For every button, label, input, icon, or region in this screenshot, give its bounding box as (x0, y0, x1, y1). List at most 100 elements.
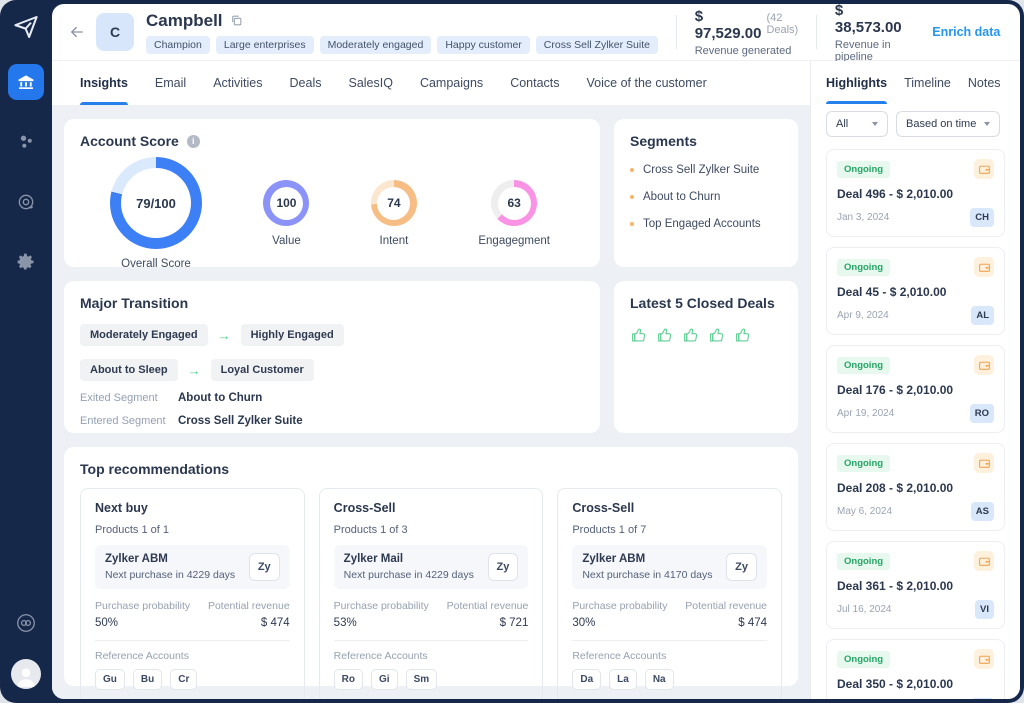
transition-to: Highly Engaged (240, 324, 344, 346)
deal-card[interactable]: Ongoing Deal 496 - $ 2,010.00 Jan 3, 202… (826, 149, 1005, 237)
reference-accounts-label: Reference Accounts (333, 650, 428, 662)
tab-deals[interactable]: Deals (290, 61, 322, 105)
deal-title: Deal 496 - $ 2,010.00 (837, 187, 954, 201)
copy-icon[interactable] (230, 14, 243, 27)
highlights-panel: Highlights Timeline Notes All Based on t… (810, 61, 1020, 699)
sidebar-item-settings[interactable] (8, 244, 44, 280)
deal-card[interactable]: Ongoing Deal 361 - $ 2,010.00 Jul 16, 20… (826, 541, 1005, 629)
filter-dropdown-based-on-time[interactable]: Based on time (896, 111, 1001, 137)
revenue-label: Potential revenue (207, 600, 290, 612)
thumbs-up-icon (658, 328, 672, 342)
divider (676, 15, 677, 49)
intent-score-label: Intent (379, 235, 409, 247)
reference-account[interactable]: Sm (405, 669, 438, 690)
reference-account[interactable]: Na (644, 669, 674, 690)
main-column: Insights Email Activities Deals SalesIQ … (52, 61, 810, 699)
filter-dropdown-all[interactable]: All (826, 111, 888, 137)
deal-list: Ongoing Deal 496 - $ 2,010.00 Jan 3, 202… (811, 147, 1020, 699)
major-transition-title: Major Transition (80, 295, 189, 311)
transition-from: Moderately Engaged (80, 324, 208, 346)
segment-item: Top Engaged Accounts (630, 218, 782, 230)
insights-content: Account Score i 79/100 Overall Score 100… (52, 106, 810, 699)
deal-card[interactable]: Ongoing Deal 176 - $ 2,010.00 Apr 19, 20… (826, 345, 1005, 433)
deal-card[interactable]: Ongoing Deal 45 - $ 2,010.00 Apr 9, 2024… (826, 247, 1005, 335)
reco-product[interactable]: Zylker Mail Next purchase in 4229 days Z… (333, 545, 529, 589)
intent-score: 74 (387, 196, 401, 210)
tab-email[interactable]: Email (155, 61, 186, 105)
sidebar-item-contacts[interactable] (8, 124, 44, 160)
deal-card[interactable]: Ongoing Deal 350 - $ 2,010.00 Sep 8, 202… (826, 639, 1005, 699)
probability-value: 30% (572, 617, 596, 629)
closed-deals-title: Latest 5 Closed Deals (630, 295, 775, 311)
enrich-data-link[interactable]: Enrich data (932, 25, 1000, 39)
tab-activities[interactable]: Activities (213, 61, 262, 105)
sidebar-item-targets[interactable] (8, 184, 44, 220)
back-button[interactable] (68, 23, 86, 41)
value-score-label: Value (272, 235, 301, 247)
tab-timeline[interactable]: Timeline (904, 61, 951, 104)
revenue-pipeline-label: Revenue in pipeline (834, 38, 891, 63)
revenue-label: Potential revenue (446, 600, 529, 612)
segments-title: Segments (630, 133, 697, 149)
recommendation-card-cross-sell-2: Cross-Sell Products 1 of 7 Zylker ABM Ne… (557, 488, 783, 699)
segments-list: Cross Sell Zylker Suite About to Churn T… (630, 164, 782, 230)
sidebar-item-accounts[interactable] (8, 64, 44, 100)
deal-date: Apr 9, 2024 (837, 310, 889, 321)
tag: Happy customer (437, 35, 530, 54)
app-logo-icon (11, 12, 41, 42)
deal-card[interactable]: Ongoing Deal 208 - $ 2,010.00 May 6, 202… (826, 443, 1005, 531)
reference-account[interactable]: La (609, 669, 637, 690)
tab-insights[interactable]: Insights (80, 61, 128, 105)
account-avatar: C (96, 13, 134, 51)
owner-avatar: SA (970, 698, 994, 699)
people-icon (16, 132, 36, 152)
wallet-icon (974, 453, 994, 473)
divider (572, 640, 768, 641)
exited-segment-row: Exited Segment About to Churn (80, 392, 584, 404)
account-score-title: Account Score (80, 133, 179, 149)
tab-voice-of-customer[interactable]: Voice of the customer (587, 61, 707, 105)
info-icon[interactable]: i (186, 134, 200, 148)
reco-product[interactable]: Zylker ABM Next purchase in 4229 days Zy (95, 545, 290, 589)
main-shell: C Campbell Champion Large enterprises Mo… (52, 4, 1020, 699)
overall-score-donut: 79/100 Overall Score (110, 157, 202, 270)
recommendation-card-next-buy: Next buy Products 1 of 1 Zylker ABM Next… (80, 488, 305, 699)
product-name: Zylker ABM (582, 553, 646, 565)
bullet-icon (630, 222, 634, 226)
reference-account[interactable]: Da (572, 669, 602, 690)
tab-campaigns[interactable]: Campaigns (420, 61, 483, 105)
reco-type: Cross-Sell (572, 501, 635, 515)
deal-count: (42 Deals) (766, 11, 799, 36)
reco-product[interactable]: Zylker ABM Next purchase in 4170 days Zy (572, 545, 768, 589)
reco-products-count: Products 1 of 1 (95, 524, 169, 536)
reference-account[interactable]: Gu (95, 669, 125, 690)
reference-account[interactable]: Gi (371, 669, 398, 690)
tab-highlights[interactable]: Highlights (826, 61, 888, 104)
deal-date: May 6, 2024 (837, 506, 893, 517)
tab-salesiq[interactable]: SalesIQ (348, 61, 392, 105)
deal-title: Deal 176 - $ 2,010.00 (837, 383, 954, 397)
divider (333, 640, 529, 641)
tab-notes[interactable]: Notes (968, 61, 1001, 104)
chevron-down-icon (984, 122, 991, 126)
account-info: Campbell Champion Large enterprises Mode… (146, 11, 658, 54)
reference-account[interactable]: Bu (132, 669, 163, 690)
app-window: C Campbell Champion Large enterprises Mo… (0, 0, 1024, 703)
tab-contacts[interactable]: Contacts (510, 61, 559, 105)
wallet-icon (974, 551, 994, 571)
wallet-icon (974, 257, 994, 277)
reference-account[interactable]: Ro (333, 669, 364, 690)
revenue-value: $ 474 (738, 617, 768, 629)
account-tabs: Insights Email Activities Deals SalesIQ … (52, 61, 810, 106)
reference-account[interactable]: Cr (170, 669, 198, 690)
entered-segment-value: Cross Sell Zylker Suite (178, 415, 303, 427)
thumbs-up-icon (710, 328, 724, 342)
value-score: 100 (276, 196, 297, 210)
sidebar-item-integrations[interactable] (8, 605, 44, 641)
tag: Moderately engaged (319, 35, 432, 54)
revenue-generated-value: $ 97,529.00 (694, 7, 762, 42)
user-avatar[interactable] (11, 659, 41, 689)
probability-label: Purchase probability (95, 600, 191, 612)
arrow-right-icon: → (187, 362, 201, 378)
status-badge: Ongoing (837, 160, 891, 178)
